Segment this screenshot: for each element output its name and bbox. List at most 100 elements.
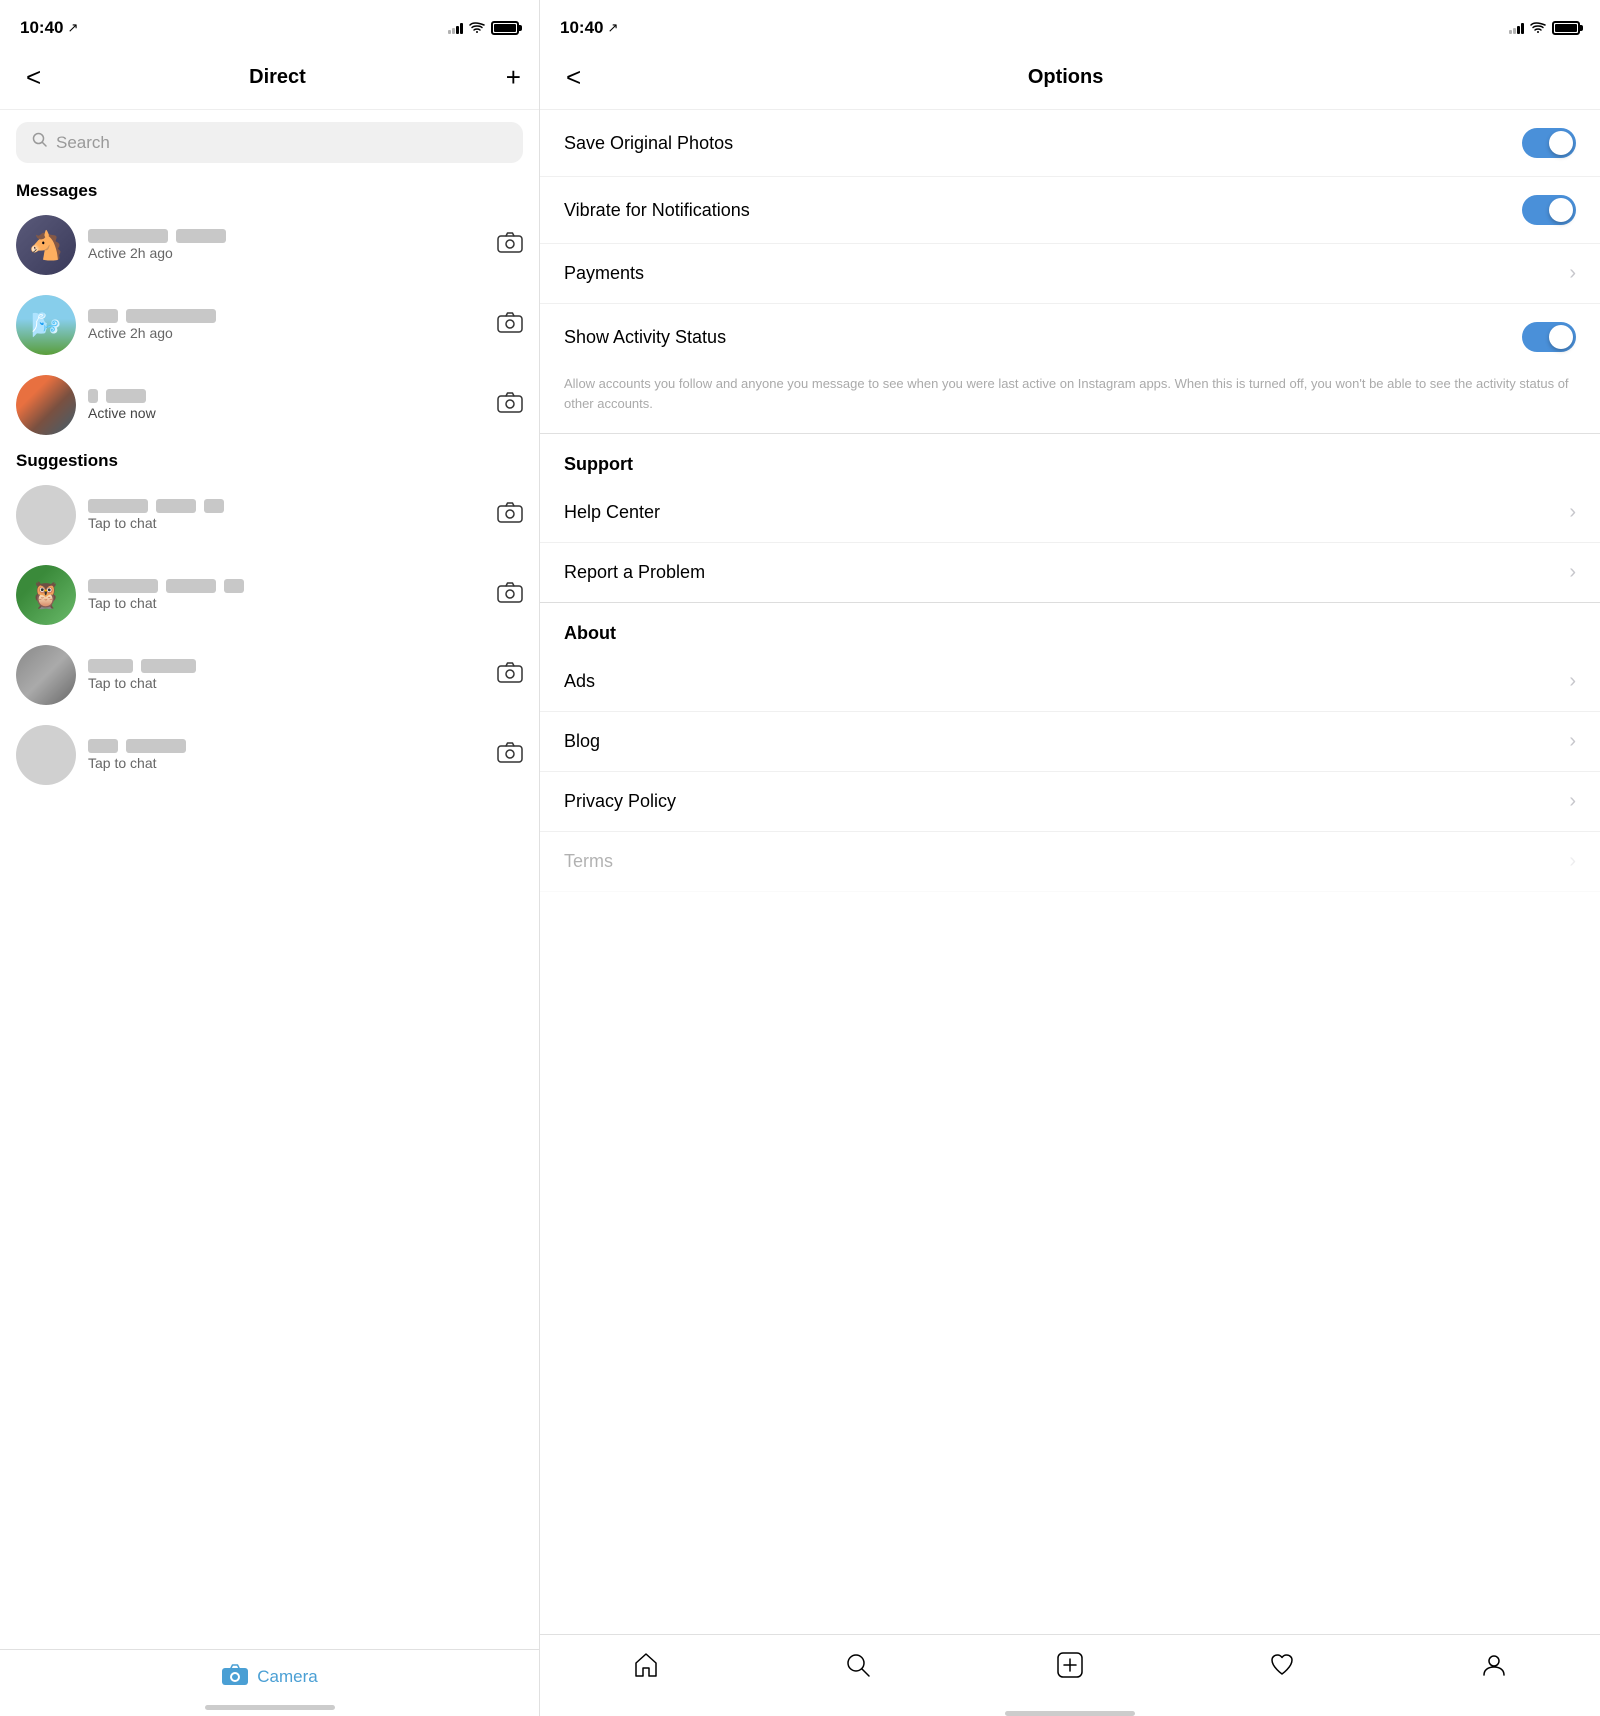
avatar: [16, 375, 76, 435]
status-icons-right: [1509, 21, 1580, 36]
message-name: [88, 659, 485, 673]
back-button-left[interactable]: <: [18, 58, 49, 97]
search-container: Search: [0, 110, 539, 175]
wifi-icon: [469, 21, 485, 36]
nav-search-button[interactable]: [828, 1647, 888, 1683]
report-problem-row[interactable]: Report a Problem ›: [540, 543, 1600, 603]
battery-icon: [491, 21, 519, 35]
status-bar-right: 10:40 ↗: [540, 0, 1600, 50]
nav-profile-button[interactable]: [1464, 1647, 1524, 1683]
activity-description: Allow accounts you follow and anyone you…: [540, 370, 1600, 434]
bottom-nav-left: Camera: [0, 1649, 539, 1716]
camera-button[interactable]: [497, 741, 523, 769]
time-left: 10:40 ↗: [20, 18, 78, 38]
status-icons-left: [448, 21, 519, 36]
chevron-icon: ›: [1569, 670, 1576, 693]
search-box[interactable]: Search: [16, 122, 523, 163]
add-button[interactable]: +: [506, 62, 521, 93]
message-name: [88, 309, 485, 323]
home-bar-right: [1005, 1711, 1135, 1716]
camera-nav-icon: [221, 1662, 249, 1692]
terms-label: Terms: [564, 851, 613, 872]
message-info: Tap to chat: [88, 659, 485, 691]
privacy-policy-label: Privacy Policy: [564, 791, 676, 812]
message-info: Active 2h ago: [88, 229, 485, 261]
avatar: [16, 485, 76, 545]
message-item[interactable]: 🌬️ Active 2h ago: [0, 285, 539, 365]
camera-nav-button[interactable]: Camera: [221, 1662, 317, 1692]
payments-label: Payments: [564, 263, 644, 284]
message-info: Tap to chat: [88, 579, 485, 611]
home-icon: [632, 1651, 660, 1679]
message-name: [88, 389, 485, 403]
save-photos-row[interactable]: Save Original Photos: [540, 110, 1600, 177]
camera-button[interactable]: [497, 391, 523, 419]
camera-label: Camera: [257, 1667, 317, 1687]
vibrate-toggle[interactable]: [1522, 195, 1576, 225]
message-status: Active 2h ago: [88, 325, 485, 341]
right-panel: 10:40 ↗ < Options: [540, 0, 1600, 1716]
page-title-left: Direct: [249, 66, 306, 89]
header-left: < Direct +: [0, 50, 539, 110]
chevron-icon: ›: [1569, 501, 1576, 524]
payments-row[interactable]: Payments ›: [540, 244, 1600, 304]
blog-label: Blog: [564, 731, 600, 752]
camera-button[interactable]: [497, 231, 523, 259]
wifi-icon-right: [1530, 21, 1546, 36]
options-list: Save Original Photos Vibrate for Notific…: [540, 110, 1600, 1634]
message-name: [88, 739, 485, 753]
message-status: Tap to chat: [88, 755, 485, 771]
heart-icon: [1268, 1651, 1296, 1679]
signal-icon-right: [1509, 22, 1524, 34]
nav-home-button[interactable]: [616, 1647, 676, 1683]
terms-row[interactable]: Terms ›: [540, 832, 1600, 892]
camera-button[interactable]: [497, 581, 523, 609]
help-center-label: Help Center: [564, 502, 660, 523]
suggestion-item[interactable]: Tap to chat: [0, 635, 539, 715]
report-problem-label: Report a Problem: [564, 562, 705, 583]
chevron-icon: ›: [1569, 850, 1576, 873]
message-status: Tap to chat: [88, 675, 485, 691]
avatar: 🌬️: [16, 295, 76, 355]
camera-button[interactable]: [497, 311, 523, 339]
message-status: Active 2h ago: [88, 245, 485, 261]
privacy-policy-row[interactable]: Privacy Policy ›: [540, 772, 1600, 832]
search-placeholder: Search: [56, 133, 110, 153]
support-section-header: Support: [540, 434, 1600, 483]
location-arrow-icon: ↗: [67, 20, 78, 36]
header-right: < Options: [540, 50, 1600, 110]
camera-button[interactable]: [497, 501, 523, 529]
help-center-row[interactable]: Help Center ›: [540, 483, 1600, 543]
bottom-nav-right: [540, 1634, 1600, 1716]
chevron-icon: ›: [1569, 262, 1576, 285]
suggestion-item[interactable]: 🦉 Tap to chat: [0, 555, 539, 635]
avatar: 🦉: [16, 565, 76, 625]
ads-row[interactable]: Ads ›: [540, 652, 1600, 712]
camera-button[interactable]: [497, 661, 523, 689]
vibrate-row[interactable]: Vibrate for Notifications: [540, 177, 1600, 244]
show-activity-toggle[interactable]: [1522, 322, 1576, 352]
message-name: [88, 499, 485, 513]
message-status: Tap to chat: [88, 515, 485, 531]
nav-likes-button[interactable]: [1252, 1647, 1312, 1683]
suggestion-item[interactable]: Tap to chat: [0, 475, 539, 555]
message-item[interactable]: Active now: [0, 365, 539, 445]
show-activity-row[interactable]: Show Activity Status: [540, 304, 1600, 370]
message-info: Active now: [88, 389, 485, 421]
save-photos-toggle[interactable]: [1522, 128, 1576, 158]
show-activity-label: Show Activity Status: [564, 327, 726, 348]
message-item[interactable]: 🐴 Active 2h ago: [0, 205, 539, 285]
about-section-header: About: [540, 603, 1600, 652]
message-info: Tap to chat: [88, 499, 485, 531]
back-button-right[interactable]: <: [558, 58, 589, 97]
avatar: [16, 645, 76, 705]
message-info: Tap to chat: [88, 739, 485, 771]
chevron-icon: ›: [1569, 790, 1576, 813]
nav-add-button[interactable]: [1040, 1647, 1100, 1683]
message-status-active: Active now: [88, 405, 485, 421]
chevron-icon: ›: [1569, 561, 1576, 584]
suggestion-item[interactable]: Tap to chat: [0, 715, 539, 795]
status-bar-left: 10:40 ↗: [0, 0, 539, 50]
blog-row[interactable]: Blog ›: [540, 712, 1600, 772]
ads-label: Ads: [564, 671, 595, 692]
